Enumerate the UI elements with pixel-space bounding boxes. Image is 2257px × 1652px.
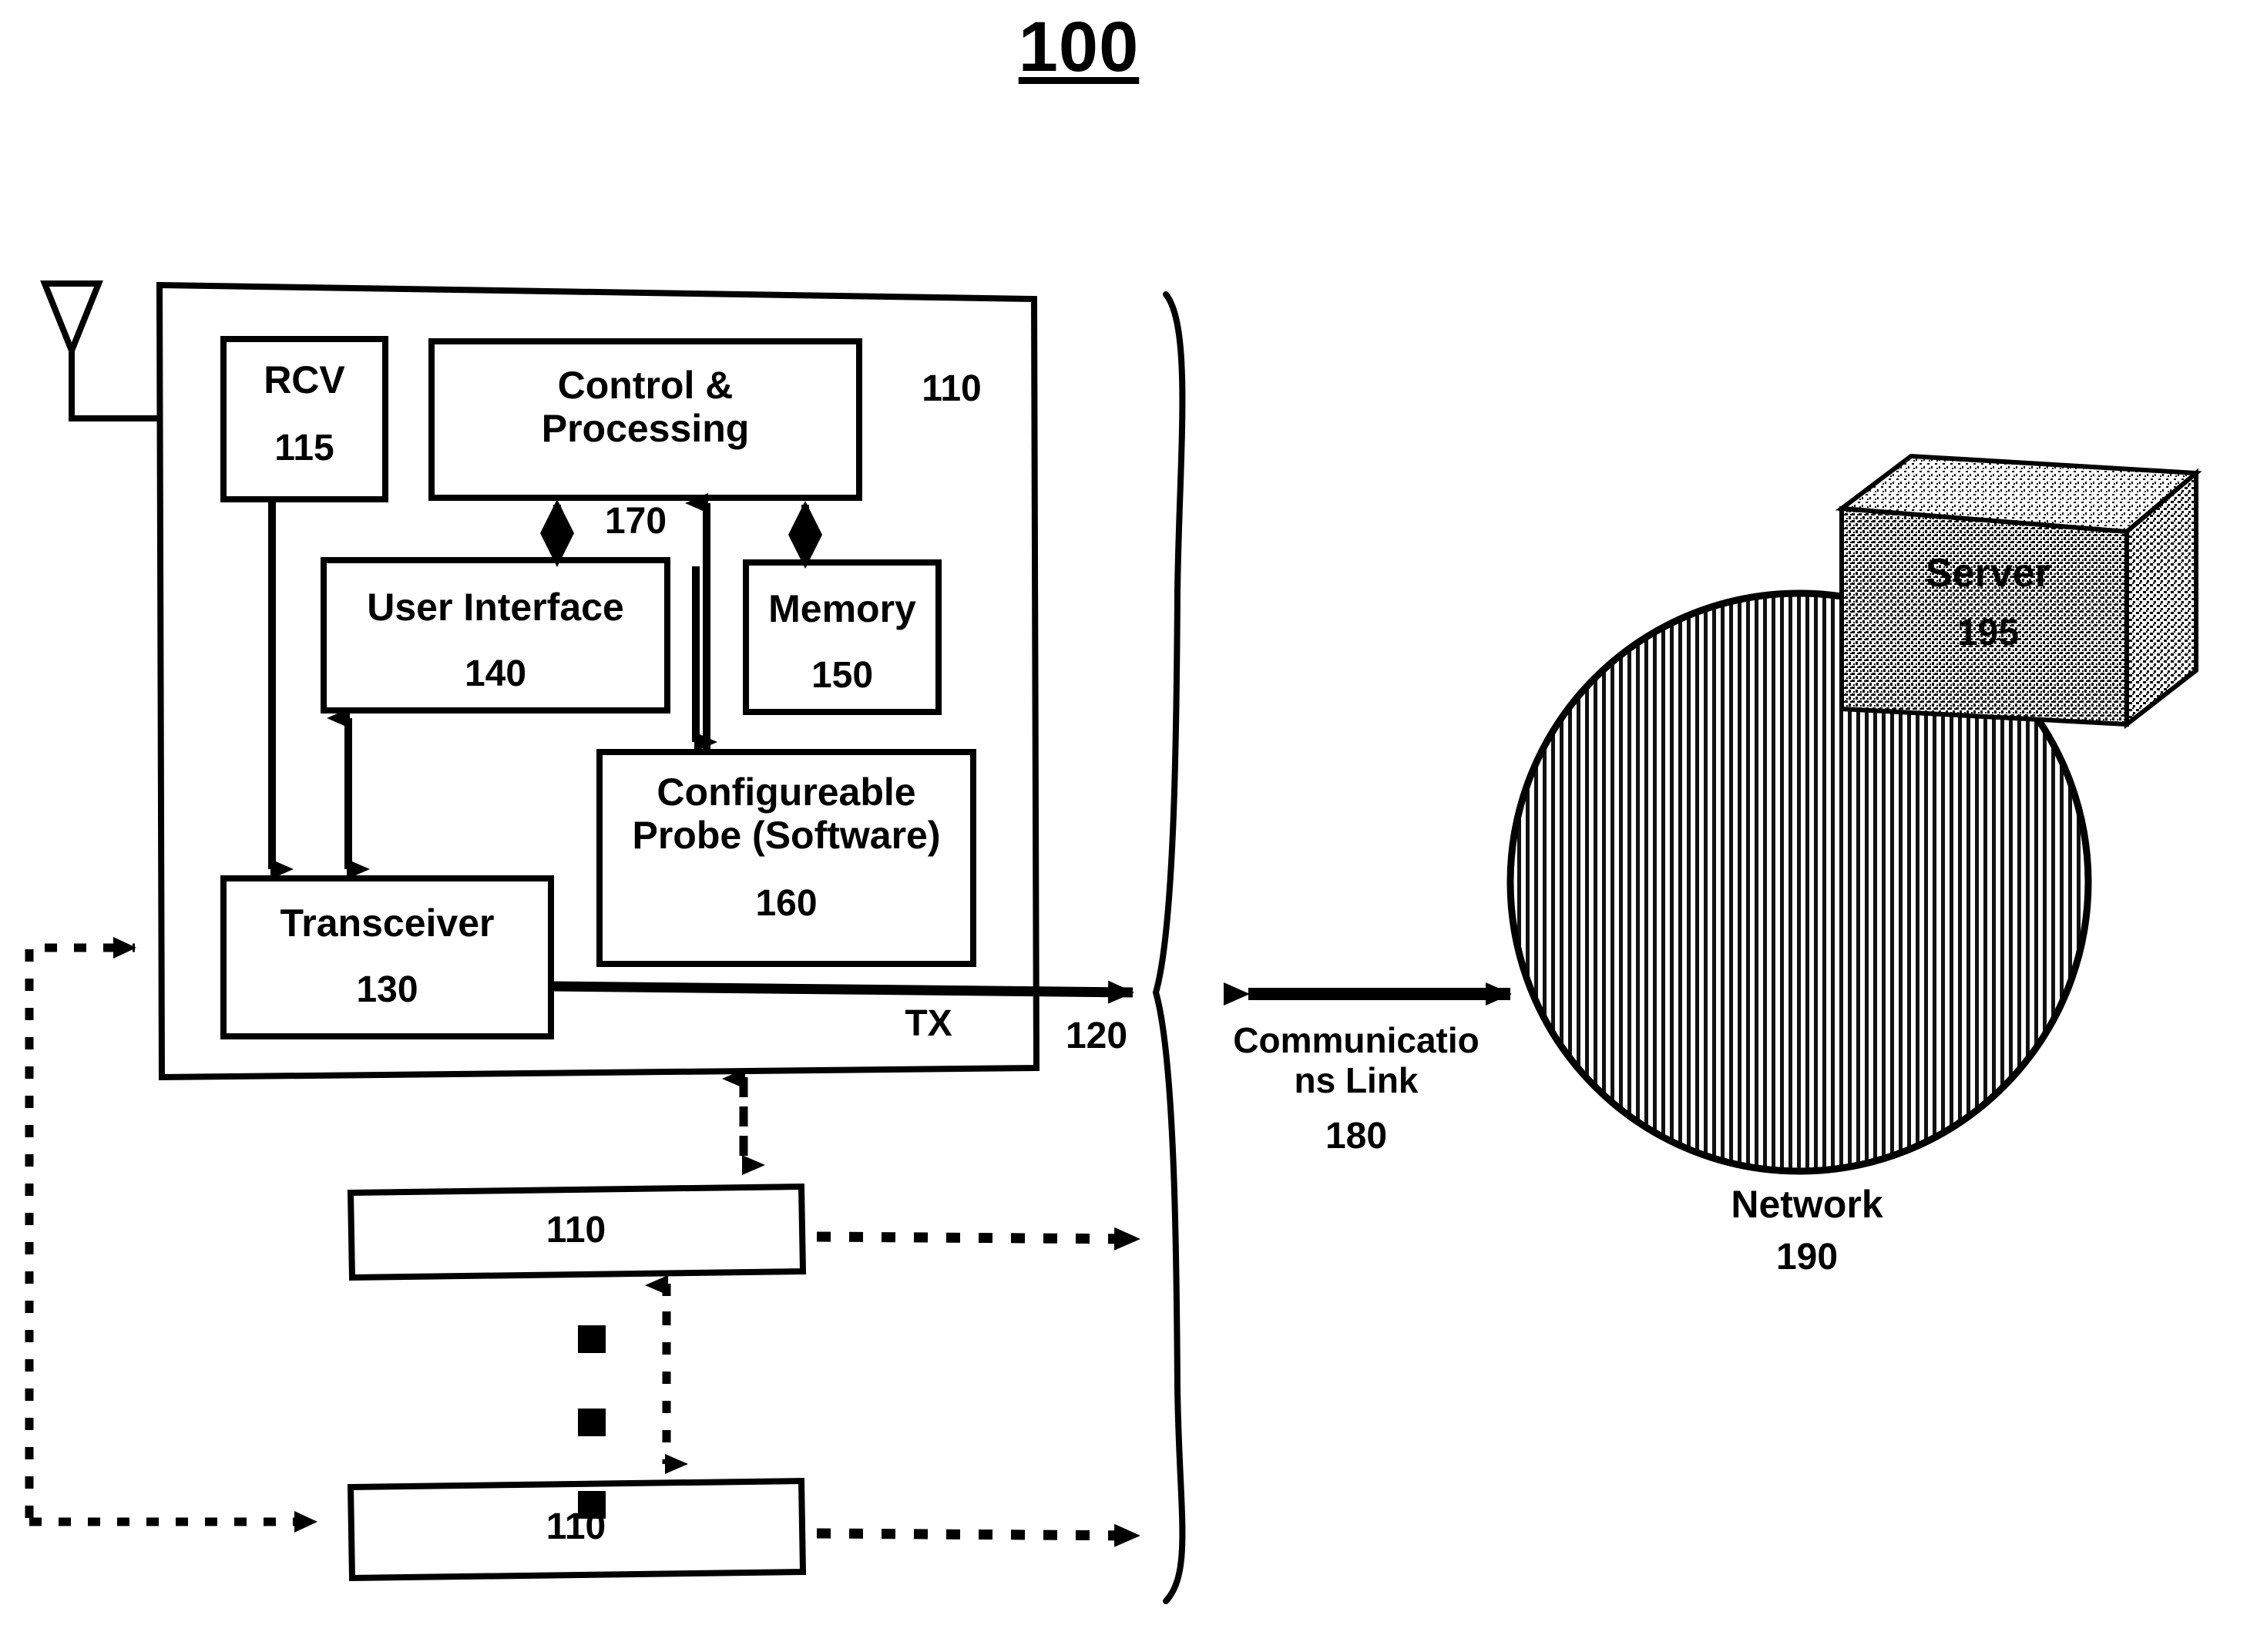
block-configurable-probe-label: Configureable Probe (Software) xyxy=(632,771,941,857)
block-user-interface-label: User Interface xyxy=(367,586,624,629)
block-user-interface-ref: 140 xyxy=(464,653,527,694)
block-transceiver-label: Transceiver xyxy=(280,902,495,945)
block-control-processing-label: Control & Processing xyxy=(541,364,750,450)
communications-link-label: Communicatio ns Link xyxy=(1233,1020,1479,1100)
peer-device-top-label: 110 xyxy=(546,1210,606,1251)
dotted-arrow-peer-bottom-out xyxy=(816,1523,1140,1547)
peer-device-bottom-label: 110 xyxy=(546,1506,606,1547)
tx-label: TX xyxy=(905,1003,952,1044)
bus-ref-170: 170 xyxy=(604,501,667,542)
diagram-vector-layer xyxy=(25,280,2202,1604)
dotted-arrow-peer-top-out xyxy=(816,1227,1140,1251)
arrow-bus-control-ui xyxy=(540,499,574,567)
figure-canvas: 100 RCV 115 Control & Processing 110 170… xyxy=(0,0,2257,1652)
block-transceiver-ref: 130 xyxy=(356,969,418,1010)
vertical-ellipsis xyxy=(578,1325,606,1519)
device-enclosure-ref: 110 xyxy=(922,368,982,409)
communications-link-ref: 180 xyxy=(1325,1116,1388,1157)
server-ref: 195 xyxy=(1956,613,2020,653)
dotted-path-feedback-upper xyxy=(25,937,136,1518)
arrow-bus-control-memory xyxy=(788,501,822,569)
grouping-brace xyxy=(1152,291,1186,1604)
block-configurable-probe-ref: 160 xyxy=(755,883,818,924)
block-rcv-label: RCV xyxy=(264,358,345,401)
block-memory-label: Memory xyxy=(768,587,916,630)
block-memory-ref: 150 xyxy=(811,655,874,696)
tx-ref-120: 120 xyxy=(1065,1016,1128,1056)
network-ref: 190 xyxy=(1775,1237,1839,1278)
block-rcv-ref: 115 xyxy=(274,428,334,468)
network-label: Network xyxy=(1731,1183,1883,1226)
arrow-tx-out xyxy=(550,980,1134,1004)
antenna-icon xyxy=(40,280,158,421)
server-label: Server xyxy=(1926,551,2050,596)
